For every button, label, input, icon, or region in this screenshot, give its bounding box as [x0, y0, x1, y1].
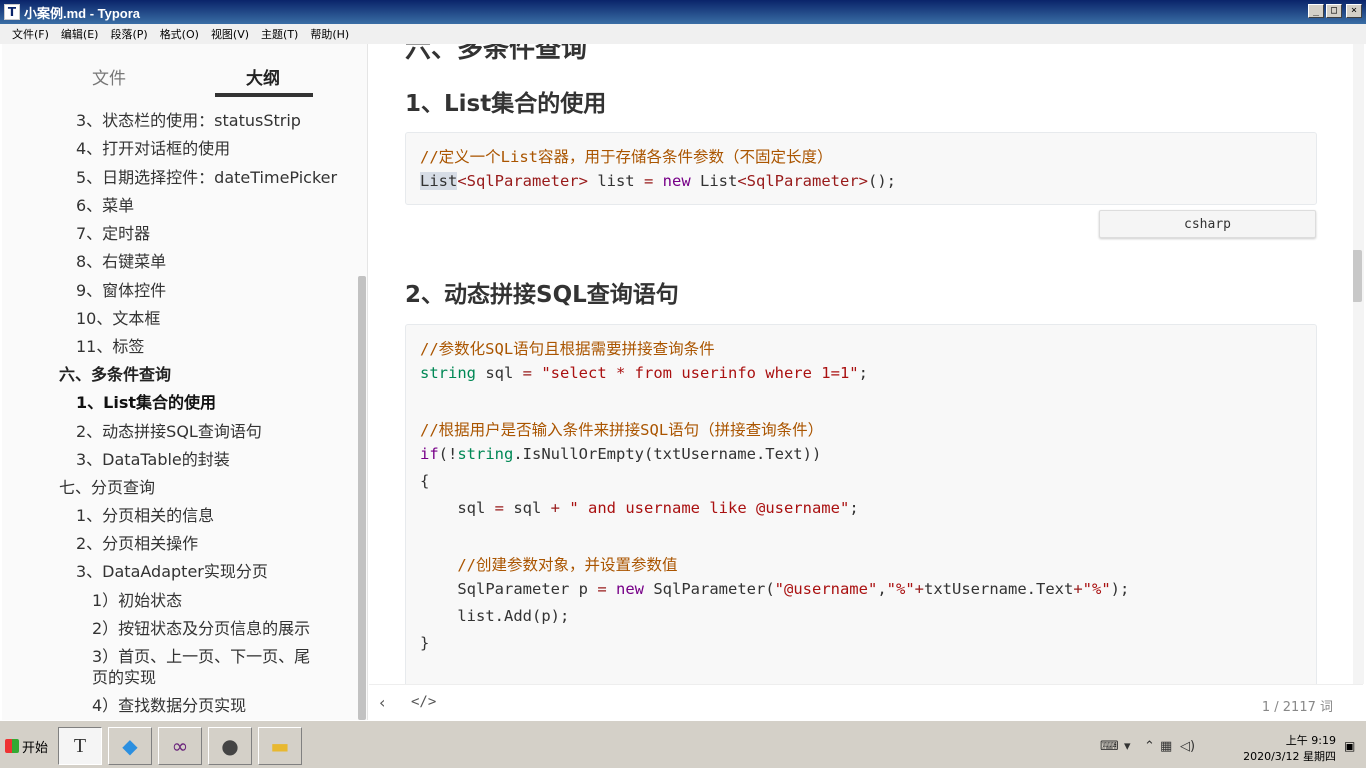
taskbar-app-4[interactable]: ●: [208, 727, 252, 765]
code-comment: //创建参数对象，并设置参数值: [420, 556, 678, 574]
visual-studio-icon: ∞: [171, 734, 189, 758]
code-line: List<SqlParameter> list = new List<SqlPa…: [420, 172, 896, 190]
outline-item[interactable]: 六、多条件查询: [59, 361, 171, 385]
start-label: 开始: [22, 740, 49, 756]
network-icon[interactable]: ▦: [1160, 739, 1172, 754]
input-method-icon[interactable]: ▾: [1124, 739, 1131, 754]
active-tab-indicator: [215, 93, 313, 97]
code-line: string sql = "select * from userinfo whe…: [420, 364, 868, 382]
outline-item[interactable]: 11、标签: [76, 333, 144, 357]
status-bar: ‹ </> 1 / 2117 词: [369, 684, 1363, 720]
menu-format[interactable]: 格式(O): [154, 26, 205, 42]
outline-item[interactable]: 6、菜单: [76, 192, 134, 216]
typora-app-icon: T: [4, 4, 20, 20]
outline-item[interactable]: 8、右键菜单: [76, 248, 166, 272]
sidebar-scrollbar[interactable]: [358, 276, 366, 720]
menu-bar: 文件(F) 编辑(E) 段落(P) 格式(O) 视图(V) 主题(T) 帮助(H…: [0, 24, 1366, 44]
show-hidden-icons-icon[interactable]: ⌃: [1144, 739, 1155, 754]
windows-logo-icon: [5, 739, 19, 753]
outline-item[interactable]: 3、状态栏的使用：statusStrip: [76, 107, 301, 131]
system-tray: ⌨ ▾ ⌃ ▦ ◁) 上午 9:19 2020/3/12 星期四 ▣: [1096, 727, 1366, 765]
minimize-icon[interactable]: _: [1308, 4, 1324, 18]
editor-scrollbar[interactable]: [1352, 250, 1362, 302]
menu-edit[interactable]: 编辑(E): [55, 26, 105, 42]
outline-item[interactable]: 2、动态拼接SQL查询语句: [76, 418, 262, 442]
code-block-list[interactable]: //定义一个List容器，用于存储各条件参数（不固定长度） List<SqlPa…: [405, 132, 1317, 205]
outline-item[interactable]: 10、文本框: [76, 305, 160, 329]
code-comment: //定义一个List容器，用于存储各条件参数（不固定长度）: [420, 148, 833, 166]
taskbar-app-2[interactable]: ◆: [108, 727, 152, 765]
menu-view[interactable]: 视图(V): [205, 26, 255, 42]
code-line: {: [420, 472, 430, 490]
tab-outline[interactable]: 大纲: [246, 64, 280, 89]
taskbar-explorer[interactable]: ▬: [258, 727, 302, 765]
keyboard-icon[interactable]: ⌨: [1100, 739, 1119, 754]
outline-item[interactable]: 4、打开对话框的使用: [76, 135, 230, 159]
outline-item[interactable]: 3、DataTable的封装: [76, 446, 230, 470]
taskbar-visual-studio[interactable]: ∞: [158, 727, 202, 765]
outline-item[interactable]: 2）按钮状态及分页信息的展示: [92, 615, 310, 639]
code-line: sql = sql + " and username like @usernam…: [420, 499, 859, 517]
heading-dynamic-sql: 2、动态拼接SQL查询语句: [405, 282, 679, 308]
menu-theme[interactable]: 主题(T): [255, 26, 304, 42]
outline-item[interactable]: 3、DataAdapter实现分页: [76, 558, 268, 582]
outline-item[interactable]: 9、窗体控件: [76, 277, 166, 301]
tab-files[interactable]: 文件: [92, 64, 126, 89]
code-comment: //参数化SQL语句且根据需要拼接查询条件: [420, 340, 715, 358]
outline-item[interactable]: 页的实现: [92, 664, 156, 688]
window-controls: _ □ ×: [1308, 4, 1362, 18]
volume-icon[interactable]: ◁): [1180, 739, 1195, 754]
clock[interactable]: 上午 9:19 2020/3/12 星期四: [1243, 733, 1336, 765]
show-desktop-icon[interactable]: ▣: [1344, 739, 1360, 755]
outline-item[interactable]: 2、分页相关操作: [76, 530, 198, 554]
menu-paragraph[interactable]: 段落(P): [104, 26, 153, 42]
outline-item-active[interactable]: 1、List集合的使用: [76, 389, 216, 413]
outline-item[interactable]: 7、定时器: [76, 220, 150, 244]
outline-item[interactable]: 5、日期选择控件：dateTimePicker: [76, 164, 337, 188]
clock-time: 上午 9:19: [1285, 734, 1336, 747]
folder-icon: ▬: [270, 734, 290, 758]
outline-item[interactable]: 1）初始状态: [92, 587, 182, 611]
editor-area[interactable]: 六、多条件查询 1、List集合的使用 //定义一个List容器，用于存储各条件…: [369, 44, 1353, 684]
code-line: }: [420, 634, 430, 652]
outline-item[interactable]: 1、分页相关的信息: [76, 502, 214, 526]
code-line: SqlParameter p = new SqlParameter("@user…: [420, 580, 1130, 598]
typora-icon: T: [73, 734, 87, 757]
title-bar: T 小案例.md - Typora _ □ ×: [0, 0, 1366, 24]
window-title: 小案例.md - Typora: [24, 5, 141, 21]
word-count[interactable]: 1 / 2117 词: [1262, 696, 1333, 715]
taskbar: 开始 T ◆ ∞ ● ▬ ⌨ ▾ ⌃ ▦ ◁) 上午 9:19 2020/3/1…: [0, 720, 1366, 768]
sidebar-tabs: 文件 大纲: [2, 44, 368, 100]
code-comment: //根据用户是否输入条件来拼接SQL语句（拼接查询条件）: [420, 421, 824, 439]
sidebar: 文件 大纲 3、状态栏的使用：statusStrip 4、打开对话框的使用 5、…: [2, 44, 368, 720]
close-icon[interactable]: ×: [1346, 4, 1362, 18]
code-language-input[interactable]: csharp: [1099, 210, 1316, 238]
outline-item[interactable]: 4）查找数据分页实现: [92, 692, 246, 716]
code-line: list.Add(p);: [420, 607, 570, 625]
code-line: if(!string.IsNullOrEmpty(txtUsername.Tex…: [420, 445, 822, 463]
menu-help[interactable]: 帮助(H): [304, 26, 355, 42]
start-button[interactable]: 开始: [2, 731, 50, 761]
outline-item[interactable]: 七、分页查询: [59, 474, 155, 498]
maximize-icon[interactable]: □: [1326, 4, 1342, 18]
clock-date: 2020/3/12 星期四: [1243, 750, 1336, 763]
app-icon: ●: [221, 734, 239, 758]
source-code-mode-icon[interactable]: </>: [411, 694, 436, 710]
toggle-sidebar-icon[interactable]: ‹: [379, 693, 385, 712]
menu-file[interactable]: 文件(F): [6, 26, 55, 42]
taskbar-typora[interactable]: T: [58, 727, 102, 765]
heading-list: 1、List集合的使用: [405, 91, 607, 117]
heading-1: 六、多条件查询: [405, 44, 588, 64]
code-block-sql[interactable]: //参数化SQL语句且根据需要拼接查询条件 string sql = "sele…: [405, 324, 1317, 684]
app-icon: ◆: [122, 734, 138, 758]
